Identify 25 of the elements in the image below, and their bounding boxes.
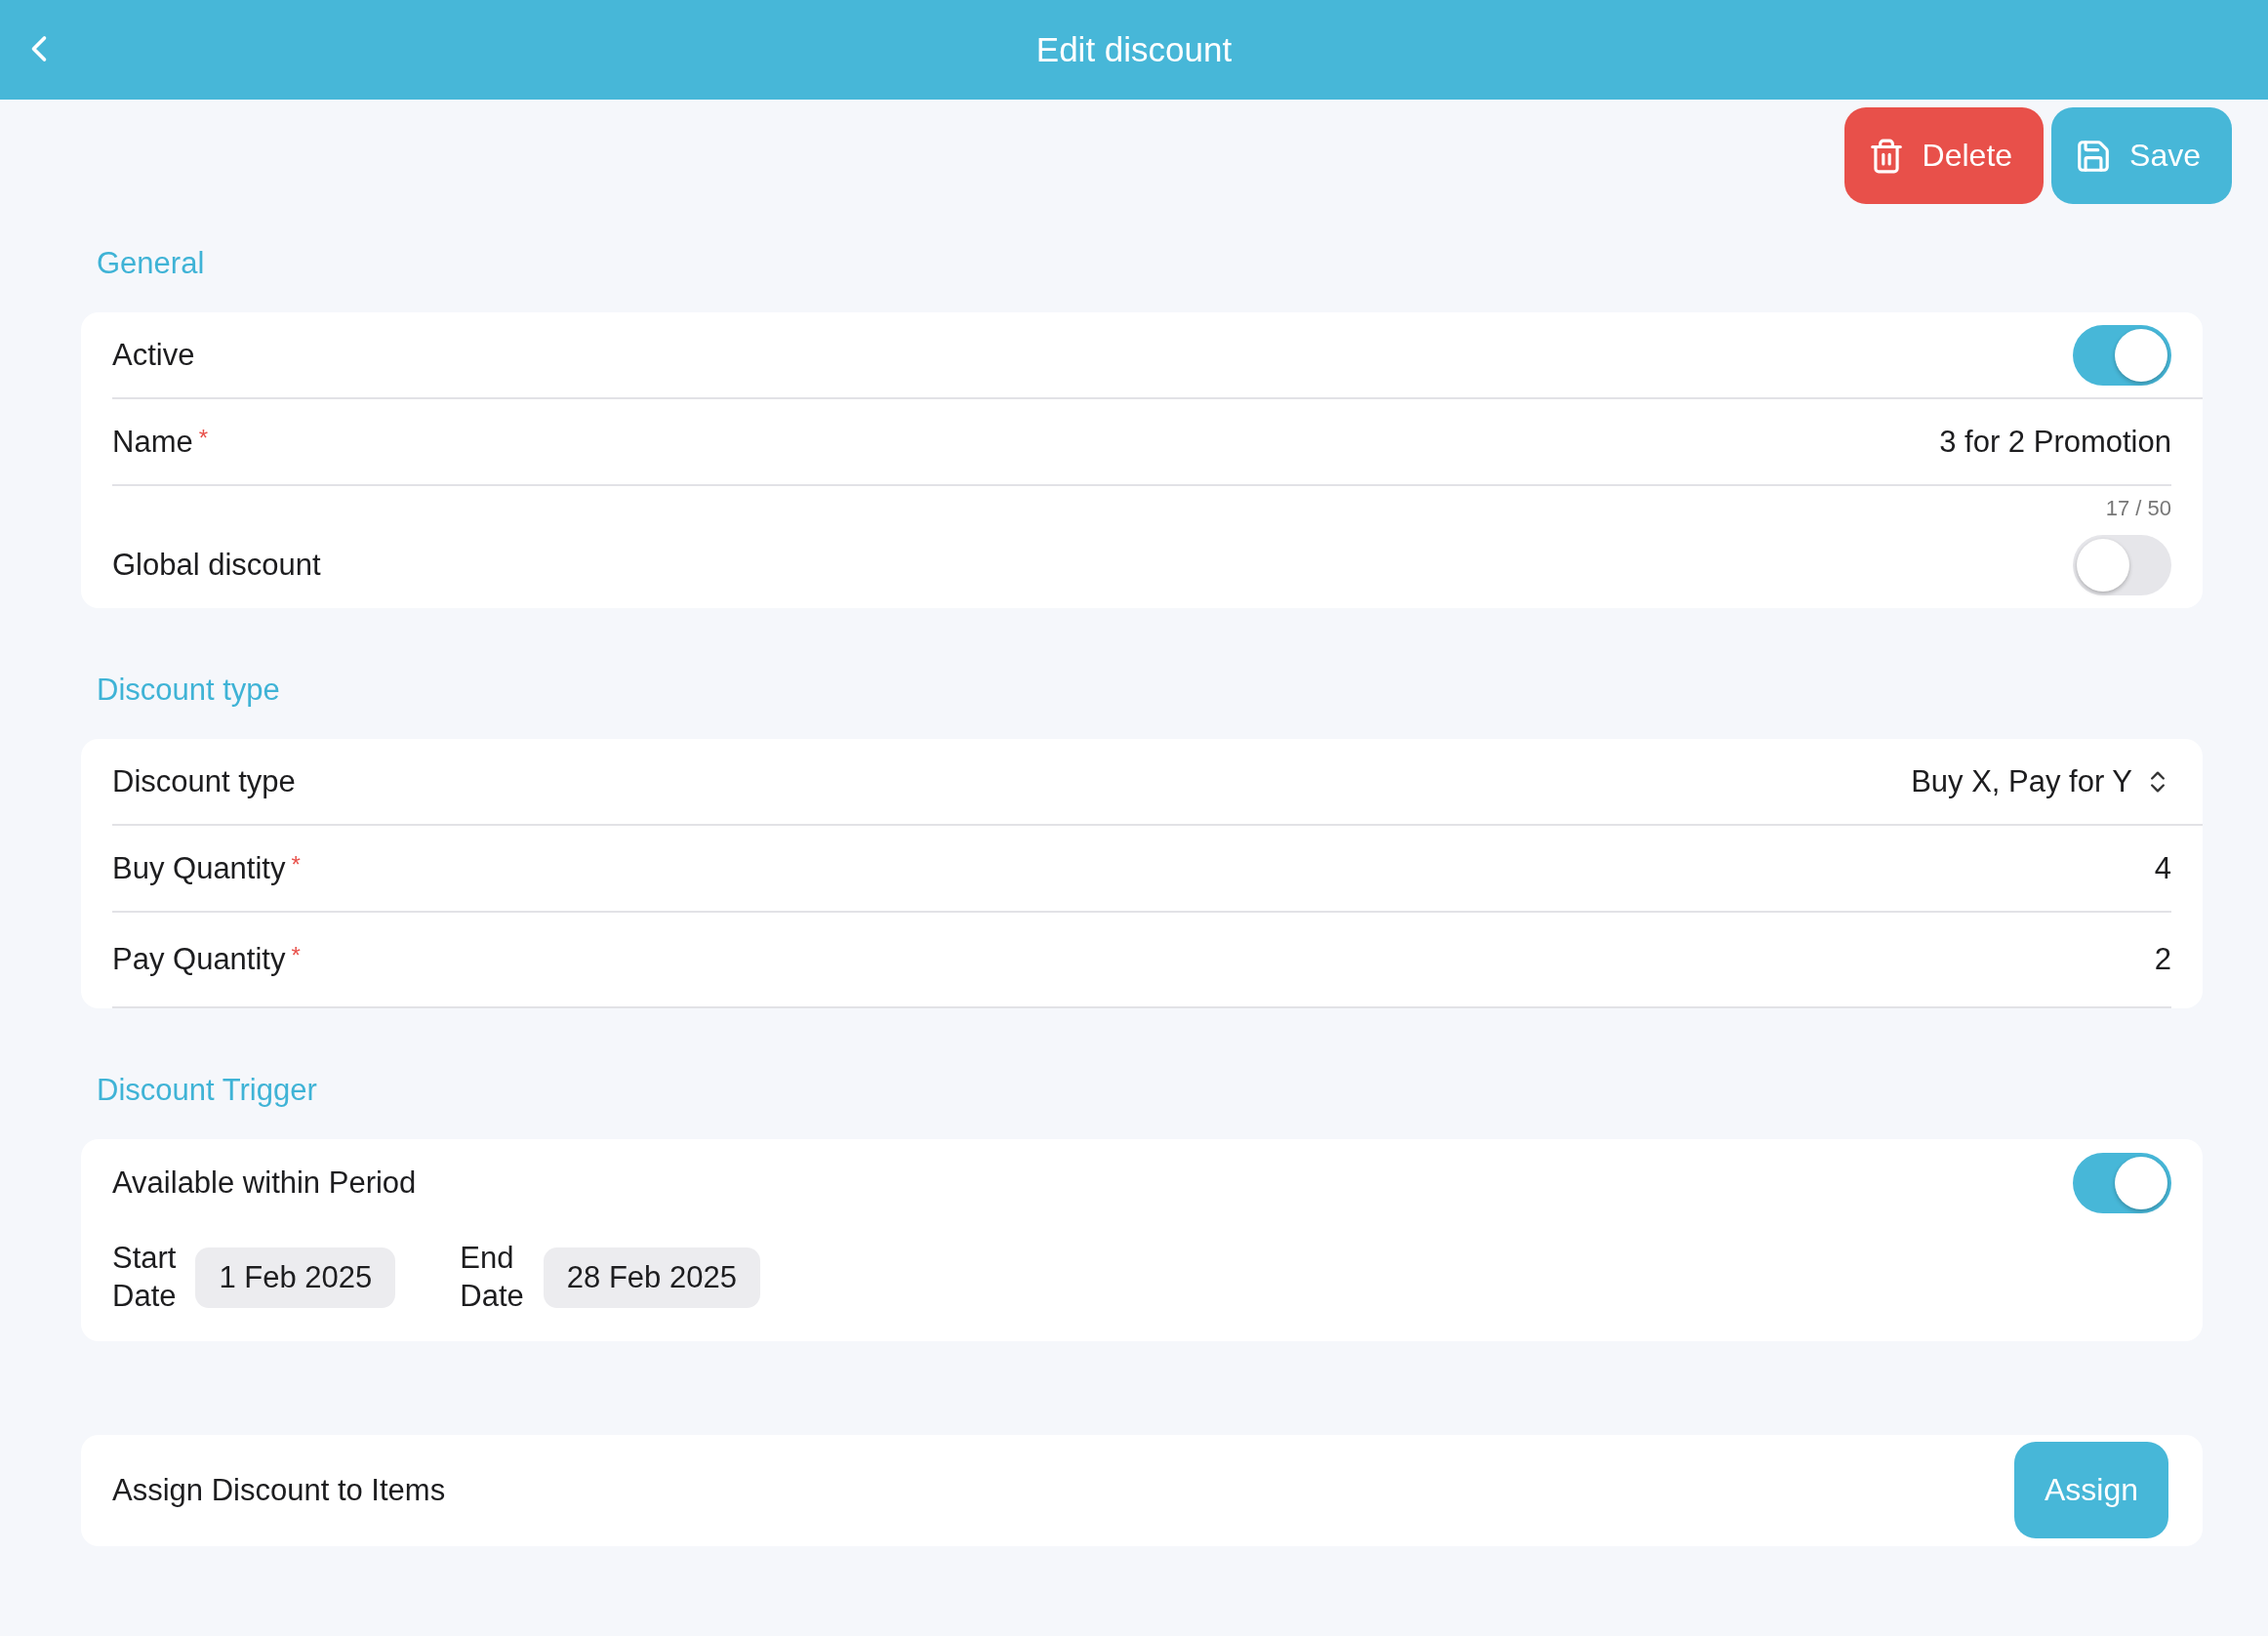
row-label: Available within Period xyxy=(112,1165,417,1201)
delete-button[interactable]: Delete xyxy=(1843,107,2045,204)
date-field[interactable]: 28 Feb 2025 xyxy=(543,1247,760,1308)
select-field[interactable]: Buy X, Pay for Y xyxy=(1911,763,2171,799)
character-counter: 17 / 50 xyxy=(2105,496,2171,520)
row-label: Buy Quantity * xyxy=(112,850,301,886)
date-label: End Date xyxy=(460,1240,524,1315)
row-label: Discount type xyxy=(112,763,296,799)
required-asterisk: * xyxy=(291,850,301,878)
page-title: Edit discount xyxy=(1035,30,1233,69)
date-label: Start Date xyxy=(112,1240,177,1315)
required-asterisk: * xyxy=(291,942,301,968)
row-label: Name * xyxy=(112,424,209,460)
date-field[interactable]: 1 Feb 2025 xyxy=(195,1247,396,1308)
required-asterisk: * xyxy=(198,424,209,451)
row-label: Active xyxy=(112,337,195,373)
section-title: Discount Trigger xyxy=(97,1073,317,1108)
input-field[interactable]: 3 for 2 Promotion xyxy=(1939,424,2171,460)
row-label: Global discount xyxy=(112,547,321,583)
section-title: General xyxy=(97,246,205,281)
input-field[interactable]: 2 xyxy=(2154,942,2171,977)
section-title: Discount type xyxy=(97,673,280,708)
row-label: Pay Quantity * xyxy=(112,942,301,977)
row-label: Assign Discount to Items xyxy=(112,1472,446,1508)
input-field[interactable]: 4 xyxy=(2154,850,2171,886)
